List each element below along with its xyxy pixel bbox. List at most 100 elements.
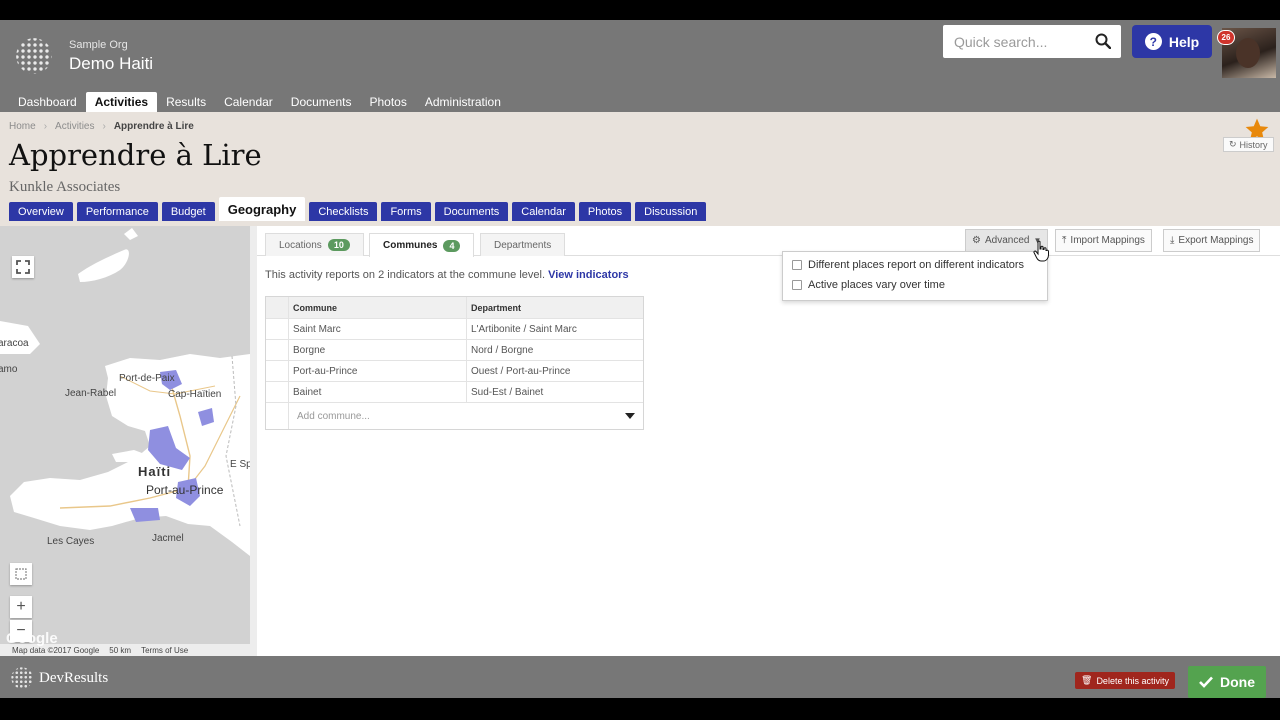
nav-photos[interactable]: Photos xyxy=(361,92,416,112)
import-button-label: Import Mappings xyxy=(1070,235,1145,246)
table-row[interactable]: Borgne Nord / Borgne xyxy=(266,339,643,360)
select-area-icon[interactable] xyxy=(10,563,32,585)
menu-item-active-places[interactable]: Active places vary over time xyxy=(783,275,1047,295)
tab-budget[interactable]: Budget xyxy=(161,202,215,221)
tab-documents[interactable]: Documents xyxy=(434,202,509,221)
table-row[interactable]: Port-au-Prince Ouest / Port-au-Prince xyxy=(266,360,643,381)
history-icon: ↻ xyxy=(1229,139,1237,149)
map-terms-link[interactable]: Terms of Use xyxy=(141,646,188,655)
subtab-communes[interactable]: Communes 4 xyxy=(369,233,475,257)
done-button-label: Done xyxy=(1220,674,1255,690)
quick-search-input[interactable] xyxy=(954,33,1094,50)
nav-administration[interactable]: Administration xyxy=(416,92,510,112)
nav-activities[interactable]: Activities xyxy=(85,92,158,112)
trash-icon: 🗑 xyxy=(1081,675,1093,685)
download-icon: ⤓ xyxy=(1170,235,1175,246)
breadcrumb-home[interactable]: Home xyxy=(9,121,36,132)
tab-discussion[interactable]: Discussion xyxy=(635,202,707,221)
cell-commune: Bainet xyxy=(288,382,466,402)
menu-item-label: Active places vary over time xyxy=(808,279,945,291)
add-commune-placeholder: Add commune... xyxy=(297,410,370,422)
row-handle[interactable] xyxy=(266,382,288,402)
help-button[interactable]: ? Help xyxy=(1132,25,1212,58)
nav-results[interactable]: Results xyxy=(157,92,215,112)
cell-commune: Port-au-Prince xyxy=(288,361,466,381)
checkbox[interactable] xyxy=(792,280,802,290)
subtab-label: Departments xyxy=(494,239,552,251)
map-label-city: Jean-Rabel xyxy=(65,388,117,399)
menu-item-different-indicators[interactable]: Different places report on different ind… xyxy=(783,255,1047,275)
map-label-city: Jacmel xyxy=(152,533,184,544)
subtab-locations[interactable]: Locations 10 xyxy=(265,233,364,256)
table-row[interactable]: Saint Marc L'Artibonite / Saint Marc xyxy=(266,318,643,339)
subtab-label: Locations xyxy=(279,239,322,251)
map-attribution: Map data ©2017 Google 50 km Terms of Use xyxy=(0,644,250,656)
column-header-department: Department xyxy=(466,297,643,318)
subtab-departments[interactable]: Departments xyxy=(480,233,566,256)
avatar-face xyxy=(1236,38,1260,68)
map-label-city: Cap-Haïtien xyxy=(168,389,222,400)
count-badge: 10 xyxy=(327,239,350,251)
tab-overview[interactable]: Overview xyxy=(9,202,73,221)
hand-cursor-icon xyxy=(1033,240,1049,262)
row-handle[interactable] xyxy=(266,319,288,339)
import-mappings-button[interactable]: ⤒ Import Mappings xyxy=(1055,229,1152,252)
tab-photos[interactable]: Photos xyxy=(578,202,632,221)
map-label-capital: Port-au-Prince xyxy=(146,483,224,497)
tab-checklists[interactable]: Checklists xyxy=(309,202,378,221)
zoom-in-button[interactable]: + xyxy=(10,596,32,618)
geography-map[interactable]: aracoa amo Port-de-Paix Jean-Rabel Cap-H… xyxy=(0,226,250,656)
quick-search[interactable] xyxy=(943,25,1121,58)
org-logo-icon[interactable] xyxy=(14,36,54,76)
import-icon: ⤒ xyxy=(1062,235,1067,246)
done-button[interactable]: Done xyxy=(1188,666,1266,698)
indicator-info: This activity reports on 2 indicators at… xyxy=(265,269,629,281)
search-icon[interactable] xyxy=(1095,33,1111,49)
breadcrumb-separator: › xyxy=(43,121,48,132)
activity-tabs: Overview Performance Budget Geography Ch… xyxy=(9,197,707,221)
question-icon: ? xyxy=(1144,33,1162,50)
nav-documents[interactable]: Documents xyxy=(282,92,361,112)
org-parent-name: Sample Org xyxy=(69,39,128,51)
indicator-info-text: This activity reports on 2 indicators at… xyxy=(265,269,546,281)
view-indicators-link[interactable]: View indicators xyxy=(548,269,629,281)
map-label-country: Haïti xyxy=(138,464,172,479)
notification-badge[interactable]: 26 xyxy=(1217,30,1235,45)
row-handle[interactable] xyxy=(266,340,288,360)
delete-button-label: Delete this activity xyxy=(1096,675,1169,686)
tab-calendar[interactable]: Calendar xyxy=(512,202,575,221)
map-label-city: amo xyxy=(0,364,18,375)
breadcrumb-activities[interactable]: Activities xyxy=(55,121,94,132)
checkbox[interactable] xyxy=(792,260,802,270)
fullscreen-icon[interactable] xyxy=(12,256,34,278)
map-scale: 50 km xyxy=(109,645,132,655)
delete-activity-button[interactable]: 🗑 Delete this activity xyxy=(1075,672,1175,689)
table-header-handle xyxy=(266,297,288,318)
export-mappings-button[interactable]: ⤓ Export Mappings xyxy=(1163,229,1261,252)
breadcrumb: Home › Activities › Apprendre à Lire xyxy=(9,121,194,132)
org-name[interactable]: Demo Haiti xyxy=(69,54,153,74)
advanced-button-label: Advanced xyxy=(984,235,1030,246)
advanced-menu: Different places report on different ind… xyxy=(782,251,1048,301)
map-land xyxy=(0,228,250,556)
cell-department: Ouest / Port-au-Prince xyxy=(466,361,643,381)
tab-performance[interactable]: Performance xyxy=(76,202,158,221)
nav-calendar[interactable]: Calendar xyxy=(215,92,282,112)
map-resize-handle[interactable] xyxy=(250,226,257,656)
tab-geography[interactable]: Geography xyxy=(218,197,306,221)
row-handle[interactable] xyxy=(266,361,288,381)
add-commune-select[interactable]: Add commune... xyxy=(288,403,643,429)
gear-icon: ⚙ xyxy=(972,235,981,246)
history-button[interactable]: ↻ History xyxy=(1223,137,1274,152)
tab-forms[interactable]: Forms xyxy=(381,202,431,221)
app-frame: Sample Org Demo Haiti ? Help 26 Dashboar… xyxy=(0,20,1280,698)
map-data-attribution: Map data ©2017 Google xyxy=(12,645,100,655)
map-label-city: Port-de-Paix xyxy=(119,373,175,384)
row-handle xyxy=(266,403,288,429)
cell-department: Nord / Borgne xyxy=(466,340,643,360)
table-row[interactable]: Bainet Sud-Est / Bainet xyxy=(266,381,643,402)
activity-header: Home › Activities › Apprendre à Lire App… xyxy=(0,112,1280,226)
page-subtitle[interactable]: Kunkle Associates xyxy=(9,179,120,196)
page-title: Apprendre à Lire xyxy=(9,138,262,172)
nav-dashboard[interactable]: Dashboard xyxy=(9,92,86,112)
